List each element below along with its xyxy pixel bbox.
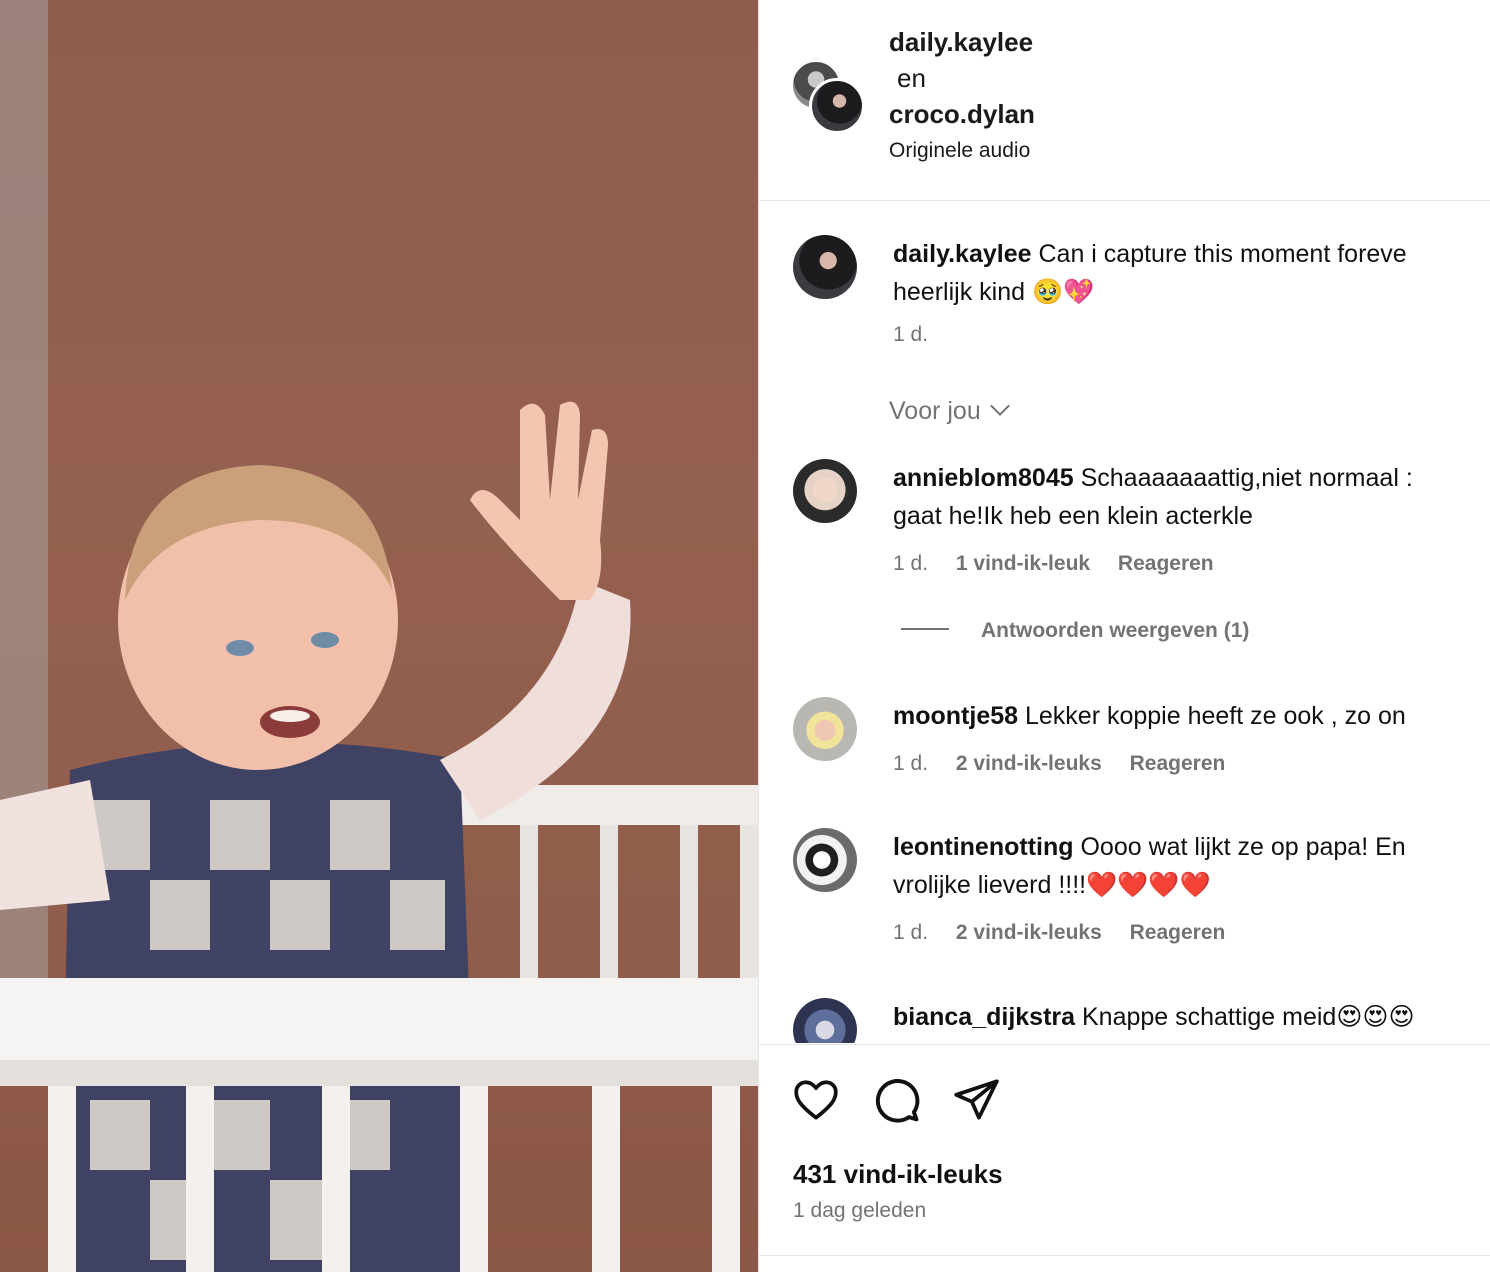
comment-line-1: Oooo wat lijkt ze op papa! En — [1080, 833, 1406, 861]
post-panel: daily.kaylee en croco.dylan Originele au… — [758, 0, 1490, 1272]
comment-meta: 1 d. 1 vind-ik-leuk Reageren — [893, 552, 1236, 576]
reply-button[interactable]: Reageren — [1130, 921, 1226, 944]
baby-photo — [0, 0, 758, 1272]
header-user-2[interactable]: croco.dylan — [889, 96, 1035, 132]
collab-avatars[interactable] — [791, 60, 865, 134]
reply-button[interactable]: Reageren — [1130, 752, 1226, 775]
comment-time: 1 d. — [893, 921, 929, 944]
comment-user[interactable]: annieblom8045 — [893, 464, 1074, 492]
comment-line-2: vrolijke lieverd !!!!❤️❤️❤️❤️ — [893, 871, 1211, 899]
comment-text: leontinenotting Oooo wat lijkt ze op pap… — [893, 828, 1490, 904]
caption-time: 1 d. — [893, 323, 929, 346]
post-date: 1 dag geleden — [793, 1199, 927, 1222]
comment-icon[interactable] — [871, 1075, 921, 1125]
comment-meta: 1 d. 2 vind-ik-leuks Reageren — [893, 752, 1247, 776]
likes-count[interactable]: 431 vind-ik-leuks — [793, 1159, 1003, 1190]
header-text: daily.kaylee en croco.dylan Originele au… — [889, 24, 1035, 170]
avatar[interactable] — [793, 697, 857, 761]
comment-meta: 1 d. 2 vind-ik-leuks Reageren — [893, 921, 1247, 945]
share-icon[interactable] — [951, 1075, 1001, 1125]
comment-line-2: gaat he!Ik heb een klein acterkle — [893, 502, 1253, 530]
caption-line-2: heerlijk kind 🥹💖 — [893, 278, 1095, 306]
avatar-daily-kaylee[interactable] — [809, 78, 865, 134]
comment-line-1: Knappe schattige meid😍😍😍 — [1081, 1003, 1415, 1031]
comment-text: annieblom8045 Schaaaaaaattig,niet normaa… — [893, 459, 1490, 535]
comment-user[interactable]: leontinenotting — [893, 833, 1074, 861]
avatar[interactable] — [793, 828, 857, 892]
for-you-label: Voor jou — [889, 397, 981, 425]
comment-likes[interactable]: 2 vind-ik-leuks — [956, 921, 1102, 944]
chevron-down-icon — [989, 396, 1010, 416]
comment-line-1: Lekker koppie heeft ze ook , zo on — [1024, 702, 1406, 730]
header-user-1[interactable]: daily.kaylee — [889, 24, 1035, 60]
caption-user[interactable]: daily.kaylee — [893, 240, 1032, 268]
caption-line-1: Can i capture this moment foreve — [1038, 240, 1407, 268]
comment-time: 1 d. — [893, 752, 929, 775]
caption-text: daily.kaylee Can i capture this moment f… — [893, 235, 1490, 311]
comment-text: moontje58 Lekker koppie heeft ze ook , z… — [893, 697, 1490, 735]
divider-line — [901, 628, 949, 631]
reply-button[interactable]: Reageren — [1118, 552, 1214, 575]
header-conjunction: en — [897, 63, 926, 93]
avatar[interactable] — [793, 998, 857, 1043]
comments-list[interactable]: daily.kaylee Can i capture this moment f… — [759, 201, 1490, 1043]
comment-time: 1 d. — [893, 552, 929, 575]
view-replies-label: Antwoorden weergeven (1) — [981, 619, 1250, 642]
comment-line-1: Schaaaaaaattig,niet normaal : — [1080, 464, 1413, 492]
comment-likes[interactable]: 1 vind-ik-leuk — [956, 552, 1090, 575]
comment-user[interactable]: bianca_dijkstra — [893, 1003, 1075, 1031]
avatar[interactable] — [793, 459, 857, 523]
post-media[interactable] — [0, 0, 758, 1272]
divider — [759, 1255, 1490, 1256]
heart-icon[interactable] — [791, 1075, 841, 1125]
caption-meta: 1 d. — [893, 323, 950, 347]
comment-user[interactable]: moontje58 — [893, 702, 1018, 730]
audio-link[interactable]: Originele audio — [889, 132, 1035, 170]
post-actions: 431 vind-ik-leuks 1 dag geleden — [759, 1044, 1490, 1272]
view-replies-button[interactable]: Antwoorden weergeven (1) — [901, 619, 1249, 643]
for-you-filter[interactable]: Voor jou — [889, 396, 1010, 426]
post-header: daily.kaylee en croco.dylan Originele au… — [759, 0, 1490, 201]
avatar[interactable] — [793, 235, 857, 299]
comment-likes[interactable]: 2 vind-ik-leuks — [956, 752, 1102, 775]
comment-text: bianca_dijkstra Knappe schattige meid😍😍😍 — [893, 998, 1490, 1036]
